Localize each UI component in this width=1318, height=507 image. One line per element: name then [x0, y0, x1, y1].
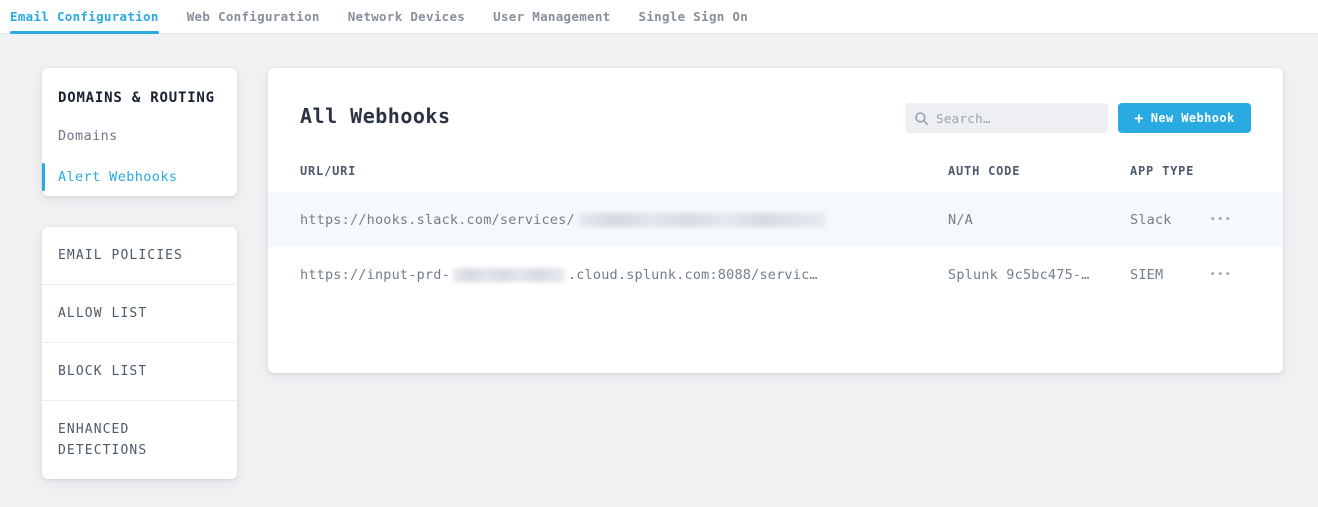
sidebar-item-email-policies[interactable]: EMAIL POLICIES	[42, 227, 237, 285]
column-header-auth-code: AUTH CODE	[948, 164, 1020, 178]
sidebar-item-label: Alert Webhooks	[58, 169, 177, 185]
redacted-text	[578, 213, 825, 227]
tab-email-configuration[interactable]: Email Configuration	[10, 0, 159, 33]
policy-sections-card: EMAIL POLICIES ALLOW LIST BLOCK LIST ENH…	[42, 227, 237, 479]
sidebar-item-alert-webhooks[interactable]: Alert Webhooks	[42, 166, 237, 188]
new-webhook-button[interactable]: + New Webhook	[1118, 103, 1251, 133]
row-actions-button[interactable]: •••	[1206, 247, 1236, 302]
table-row: https://input-prd- .cloud.splunk.com:8088…	[268, 247, 1283, 302]
search-icon	[915, 112, 928, 125]
domains-routing-card: DOMAINS & ROUTING Domains Alert Webhooks	[42, 68, 237, 196]
domains-routing-title: DOMAINS & ROUTING	[58, 90, 221, 106]
auth-code-cell: Splunk 9c5bc475-…	[948, 247, 1090, 302]
tab-network-devices[interactable]: Network Devices	[348, 0, 465, 33]
column-header-app-type: APP TYPE	[1130, 164, 1194, 178]
search-input[interactable]	[936, 111, 1098, 126]
redacted-text	[453, 268, 565, 282]
page: Email Configuration Web Configuration Ne…	[0, 0, 1318, 507]
sidebar-item-allow-list[interactable]: ALLOW LIST	[42, 285, 237, 343]
webhooks-panel: All Webhooks + New Webhook URL/URI AUTH …	[268, 68, 1283, 373]
app-type-cell: Slack	[1130, 192, 1172, 247]
sidebar-item-domains[interactable]: Domains	[42, 125, 237, 147]
app-type-cell: SIEM	[1130, 247, 1163, 302]
column-header-url: URL/URI	[300, 164, 356, 178]
webhook-url-cell: https://input-prd- .cloud.splunk.com:8088…	[300, 247, 818, 302]
url-text-suffix: .cloud.splunk.com:8088/servic…	[568, 267, 818, 283]
search-box	[905, 103, 1108, 133]
tab-web-configuration[interactable]: Web Configuration	[187, 0, 320, 33]
page-title: All Webhooks	[300, 104, 451, 128]
auth-code-cell: N/A	[948, 192, 973, 247]
webhook-url-cell: https://hooks.slack.com/services/	[300, 192, 828, 247]
table-header: URL/URI AUTH CODE APP TYPE	[268, 164, 1283, 192]
sidebar-item-enhanced-detections[interactable]: ENHANCED DETECTIONS	[42, 401, 237, 479]
plus-icon: +	[1134, 111, 1143, 126]
tab-user-management[interactable]: User Management	[493, 0, 610, 33]
tab-single-sign-on[interactable]: Single Sign On	[639, 0, 749, 33]
top-navigation: Email Configuration Web Configuration Ne…	[0, 0, 1318, 34]
table-row: https://hooks.slack.com/services/ N/A Sl…	[268, 192, 1283, 247]
new-webhook-button-label: New Webhook	[1151, 111, 1235, 125]
url-text: https://hooks.slack.com/services/	[300, 212, 575, 228]
sidebar-item-block-list[interactable]: BLOCK LIST	[42, 343, 237, 401]
active-indicator-bar	[42, 163, 45, 191]
url-text: https://input-prd-	[300, 267, 450, 283]
row-actions-button[interactable]: •••	[1206, 192, 1236, 247]
